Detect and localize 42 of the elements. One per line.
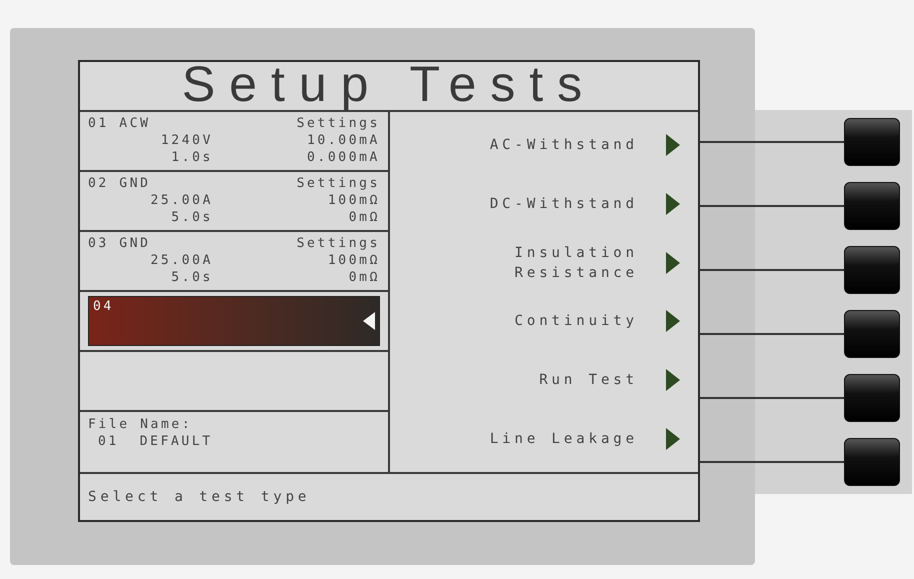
menu-option[interactable]: DC-Withstand bbox=[390, 178, 698, 230]
settings-label: Settings bbox=[296, 115, 380, 132]
test-number-type: 01 ACW bbox=[88, 115, 152, 132]
test-value: 100mΩ bbox=[326, 192, 380, 209]
left-pointer-icon bbox=[363, 312, 375, 330]
right-arrow-icon bbox=[666, 310, 680, 332]
soft-key[interactable] bbox=[844, 118, 900, 166]
menu-option[interactable]: Continuity bbox=[390, 295, 698, 348]
test-value: 10.00mA bbox=[306, 132, 380, 149]
status-message: Select a test type bbox=[88, 488, 310, 506]
test-number-type: 02 GND bbox=[88, 175, 152, 192]
file-name-value: 01 DEFAULT bbox=[97, 433, 214, 450]
menu-option[interactable]: Line Leakage bbox=[390, 412, 698, 465]
menu-option[interactable]: Insulation Resistance bbox=[390, 236, 698, 289]
test-value: 100mΩ bbox=[326, 252, 380, 269]
screen-title: Setup Tests bbox=[182, 58, 596, 110]
test-number-type: 03 GND bbox=[88, 235, 152, 252]
test-value: 25.00A bbox=[149, 252, 213, 269]
test-value: 25.00A bbox=[149, 192, 213, 209]
test-value: 5.0s bbox=[170, 209, 213, 226]
right-arrow-icon bbox=[666, 368, 680, 391]
right-arrow-icon bbox=[666, 428, 680, 450]
menu-option[interactable]: AC-Withstand bbox=[390, 119, 698, 172]
test-value: 0.000mA bbox=[306, 149, 380, 166]
soft-key[interactable] bbox=[844, 182, 900, 230]
soft-key[interactable] bbox=[844, 246, 900, 294]
right-arrow-icon bbox=[666, 134, 680, 156]
test-value: 0mΩ bbox=[348, 269, 380, 286]
soft-key[interactable] bbox=[844, 374, 900, 422]
test-value: 0mΩ bbox=[348, 209, 380, 226]
settings-label: Settings bbox=[296, 175, 380, 192]
test-value: 5.0s bbox=[170, 269, 213, 286]
menu-option[interactable]: Run Test bbox=[390, 354, 698, 406]
file-name-label: File Name: bbox=[88, 416, 194, 433]
soft-key[interactable] bbox=[844, 310, 900, 358]
right-arrow-icon bbox=[666, 192, 680, 215]
test-value: 1240V bbox=[160, 132, 213, 149]
slot-number: 04 bbox=[93, 298, 114, 316]
soft-key[interactable] bbox=[844, 438, 900, 486]
test-value: 1.0s bbox=[170, 149, 213, 166]
settings-label: Settings bbox=[296, 235, 380, 252]
right-arrow-icon bbox=[666, 252, 680, 274]
